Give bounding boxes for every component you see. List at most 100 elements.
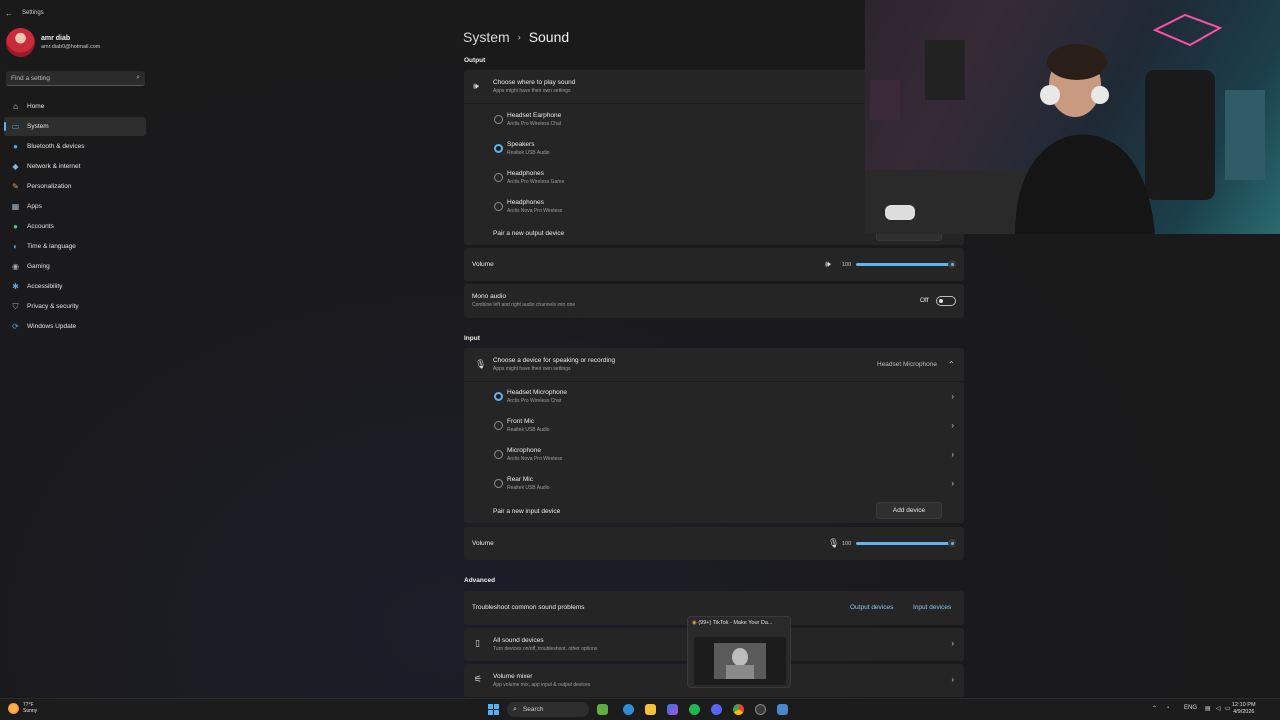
sidebar-item-label: Time & language [27, 243, 76, 250]
chevron-up-icon[interactable]: ⌃ [1152, 705, 1157, 712]
input-device-row[interactable]: Headset Microphone Arctis Pro Wireless C… [464, 383, 964, 410]
search-input[interactable] [11, 74, 137, 82]
radio-button-selected[interactable] [494, 144, 503, 153]
search-icon[interactable]: ⌕ [136, 74, 140, 82]
language-indicator[interactable]: ENG [1184, 705, 1197, 711]
sidebar-item-bluetooth[interactable]: ● Bluetooth & devices [4, 137, 146, 156]
add-input-device-button[interactable]: Add device [876, 502, 942, 519]
radio-button[interactable] [494, 421, 503, 430]
sidebar-nav: ⌂ Home ▭ System ● Bluetooth & devices ◆ … [4, 97, 146, 337]
network-icon: ◆ [12, 161, 19, 171]
thumbnail-title: ◉ (99+) TikTok - Make Your Da... [692, 620, 772, 626]
profile-name: amr diab [41, 35, 71, 42]
radio-button[interactable] [494, 202, 503, 211]
device-name: Rear Mic [507, 476, 534, 483]
device-name: Front Mic [507, 418, 535, 425]
sidebar-item-label: Privacy & security [27, 303, 79, 310]
chevron-right-icon[interactable]: › [951, 639, 954, 648]
sidebar-item-home[interactable]: ⌂ Home [4, 97, 146, 116]
radio-button[interactable] [494, 450, 503, 459]
search-box[interactable]: ⌕ [6, 71, 145, 86]
breadcrumb-system[interactable]: System [463, 29, 510, 45]
page-title: Sound [528, 29, 570, 45]
microphone-icon: 🎙 [475, 359, 487, 369]
accounts-icon: ● [13, 221, 18, 231]
sidebar-item-privacy[interactable]: ⛉ Privacy & security [4, 297, 146, 316]
input-device-row[interactable]: Rear Mic Realtek USB Audio › [464, 470, 964, 497]
volume-icon[interactable]: ◁ [1216, 705, 1221, 712]
mono-audio-state: Off [920, 297, 929, 304]
network-icon[interactable]: ▤ [1205, 705, 1211, 712]
sidebar-item-network[interactable]: ◆ Network & internet [4, 157, 146, 176]
sidebar-item-time-language[interactable]: ◐ Time & language [4, 237, 146, 256]
mono-audio-toggle[interactable] [936, 296, 956, 306]
device-name: Headset Earphone [507, 112, 562, 119]
sidebar-item-label: System [27, 123, 49, 130]
spotify-icon[interactable] [689, 704, 700, 715]
chevron-right-icon[interactable]: › [951, 675, 954, 684]
sidebar-item-system[interactable]: ▭ System [4, 117, 146, 136]
chevron-right-icon[interactable]: › [951, 392, 954, 401]
device-detail: Arctis Pro Wireless Chat [507, 398, 562, 404]
input-device-row[interactable]: Front Mic Realtek USB Audio › [464, 412, 964, 439]
clock[interactable]: 12:10 PM 4/9/2026 [1232, 702, 1256, 716]
copilot-icon[interactable] [667, 704, 678, 715]
sidebar-item-gaming[interactable]: ◉ Gaming [4, 257, 146, 276]
weather-widget[interactable]: 77°F Sunny [8, 702, 37, 714]
input-volume-slider[interactable] [856, 542, 952, 545]
speaker-device-icon: ▯ [475, 638, 480, 648]
thumbnail-title-text: (99+) TikTok - Make Your Da... [698, 620, 773, 626]
update-icon: ⟳ [12, 321, 19, 331]
battery-icon[interactable]: ▭ [1225, 705, 1231, 712]
discord-icon[interactable] [711, 704, 722, 715]
webcam-overlay [865, 0, 1280, 234]
volume-icon[interactable]: 🕪 [825, 259, 831, 270]
device-detail: Arctis Pro Wireless Game [507, 179, 565, 185]
chrome-icon[interactable] [733, 704, 744, 715]
chevron-right-icon[interactable]: › [951, 479, 954, 488]
radio-button-selected[interactable] [494, 392, 503, 401]
output-devices-link[interactable]: Output devices [850, 604, 893, 611]
input-volume-value: 100 [842, 541, 852, 547]
sidebar-item-personalization[interactable]: ✎ Personalization [4, 177, 146, 196]
settings-gear-icon[interactable] [777, 704, 788, 715]
output-volume-thumb[interactable] [948, 260, 956, 268]
radio-button[interactable] [494, 115, 503, 124]
back-arrow-icon[interactable]: ← [0, 9, 18, 18]
microphone-icon[interactable]: 🎙 [828, 538, 839, 549]
widget-app-icon[interactable] [597, 704, 608, 715]
input-volume-thumb[interactable] [948, 539, 956, 547]
tray-app-icon[interactable]: ▪ [1167, 705, 1169, 711]
shield-icon: ⛉ [12, 301, 19, 311]
user-profile[interactable]: amr diab amr.diab0@hotmail.com [6, 28, 100, 57]
chevron-right-icon[interactable]: › [951, 450, 954, 459]
chevron-up-icon[interactable]: ⌃ [948, 360, 955, 369]
sidebar-item-label: Apps [27, 203, 42, 210]
chevron-right-icon[interactable]: › [951, 421, 954, 430]
speaker-icon: 🕪 [473, 81, 479, 91]
edge-icon[interactable] [623, 704, 634, 715]
app-title: Settings [22, 10, 44, 16]
radio-button[interactable] [494, 479, 503, 488]
sidebar-item-accessibility[interactable]: ✱ Accessibility [4, 277, 146, 296]
sidebar-item-label: Bluetooth & devices [27, 143, 85, 150]
taskbar-thumbnail-preview[interactable]: ◉ (99+) TikTok - Make Your Da... [687, 616, 791, 688]
brush-icon: ✎ [12, 181, 19, 191]
taskbar: 77°F Sunny ⌕ Search ⌃ ▪ ENG ▤ ◁ ▭ 12:10 … [0, 698, 1280, 720]
radio-button[interactable] [494, 173, 503, 182]
input-header-row[interactable]: 🎙 Choose a device for speaking or record… [464, 348, 964, 381]
sidebar-item-apps[interactable]: ▦ Apps [4, 197, 146, 216]
windows-start-icon[interactable] [488, 704, 499, 715]
sidebar-item-windows-update[interactable]: ⟳ Windows Update [4, 317, 146, 336]
bluetooth-icon: ● [13, 141, 18, 151]
input-header-title: Choose a device for speaking or recordin… [493, 357, 616, 364]
taskbar-search[interactable]: ⌕ Search [507, 702, 589, 717]
mono-audio-title: Mono audio [472, 293, 506, 300]
input-device-row[interactable]: Microphone Arctis Nova Pro Wireless › [464, 441, 964, 468]
output-volume-slider[interactable] [856, 263, 952, 266]
app-icon[interactable] [755, 704, 766, 715]
taskbar-search-label: Search [522, 706, 544, 713]
file-explorer-icon[interactable] [645, 704, 656, 715]
sidebar-item-accounts[interactable]: ● Accounts [4, 217, 146, 236]
input-devices-link[interactable]: Input devices [913, 604, 951, 611]
